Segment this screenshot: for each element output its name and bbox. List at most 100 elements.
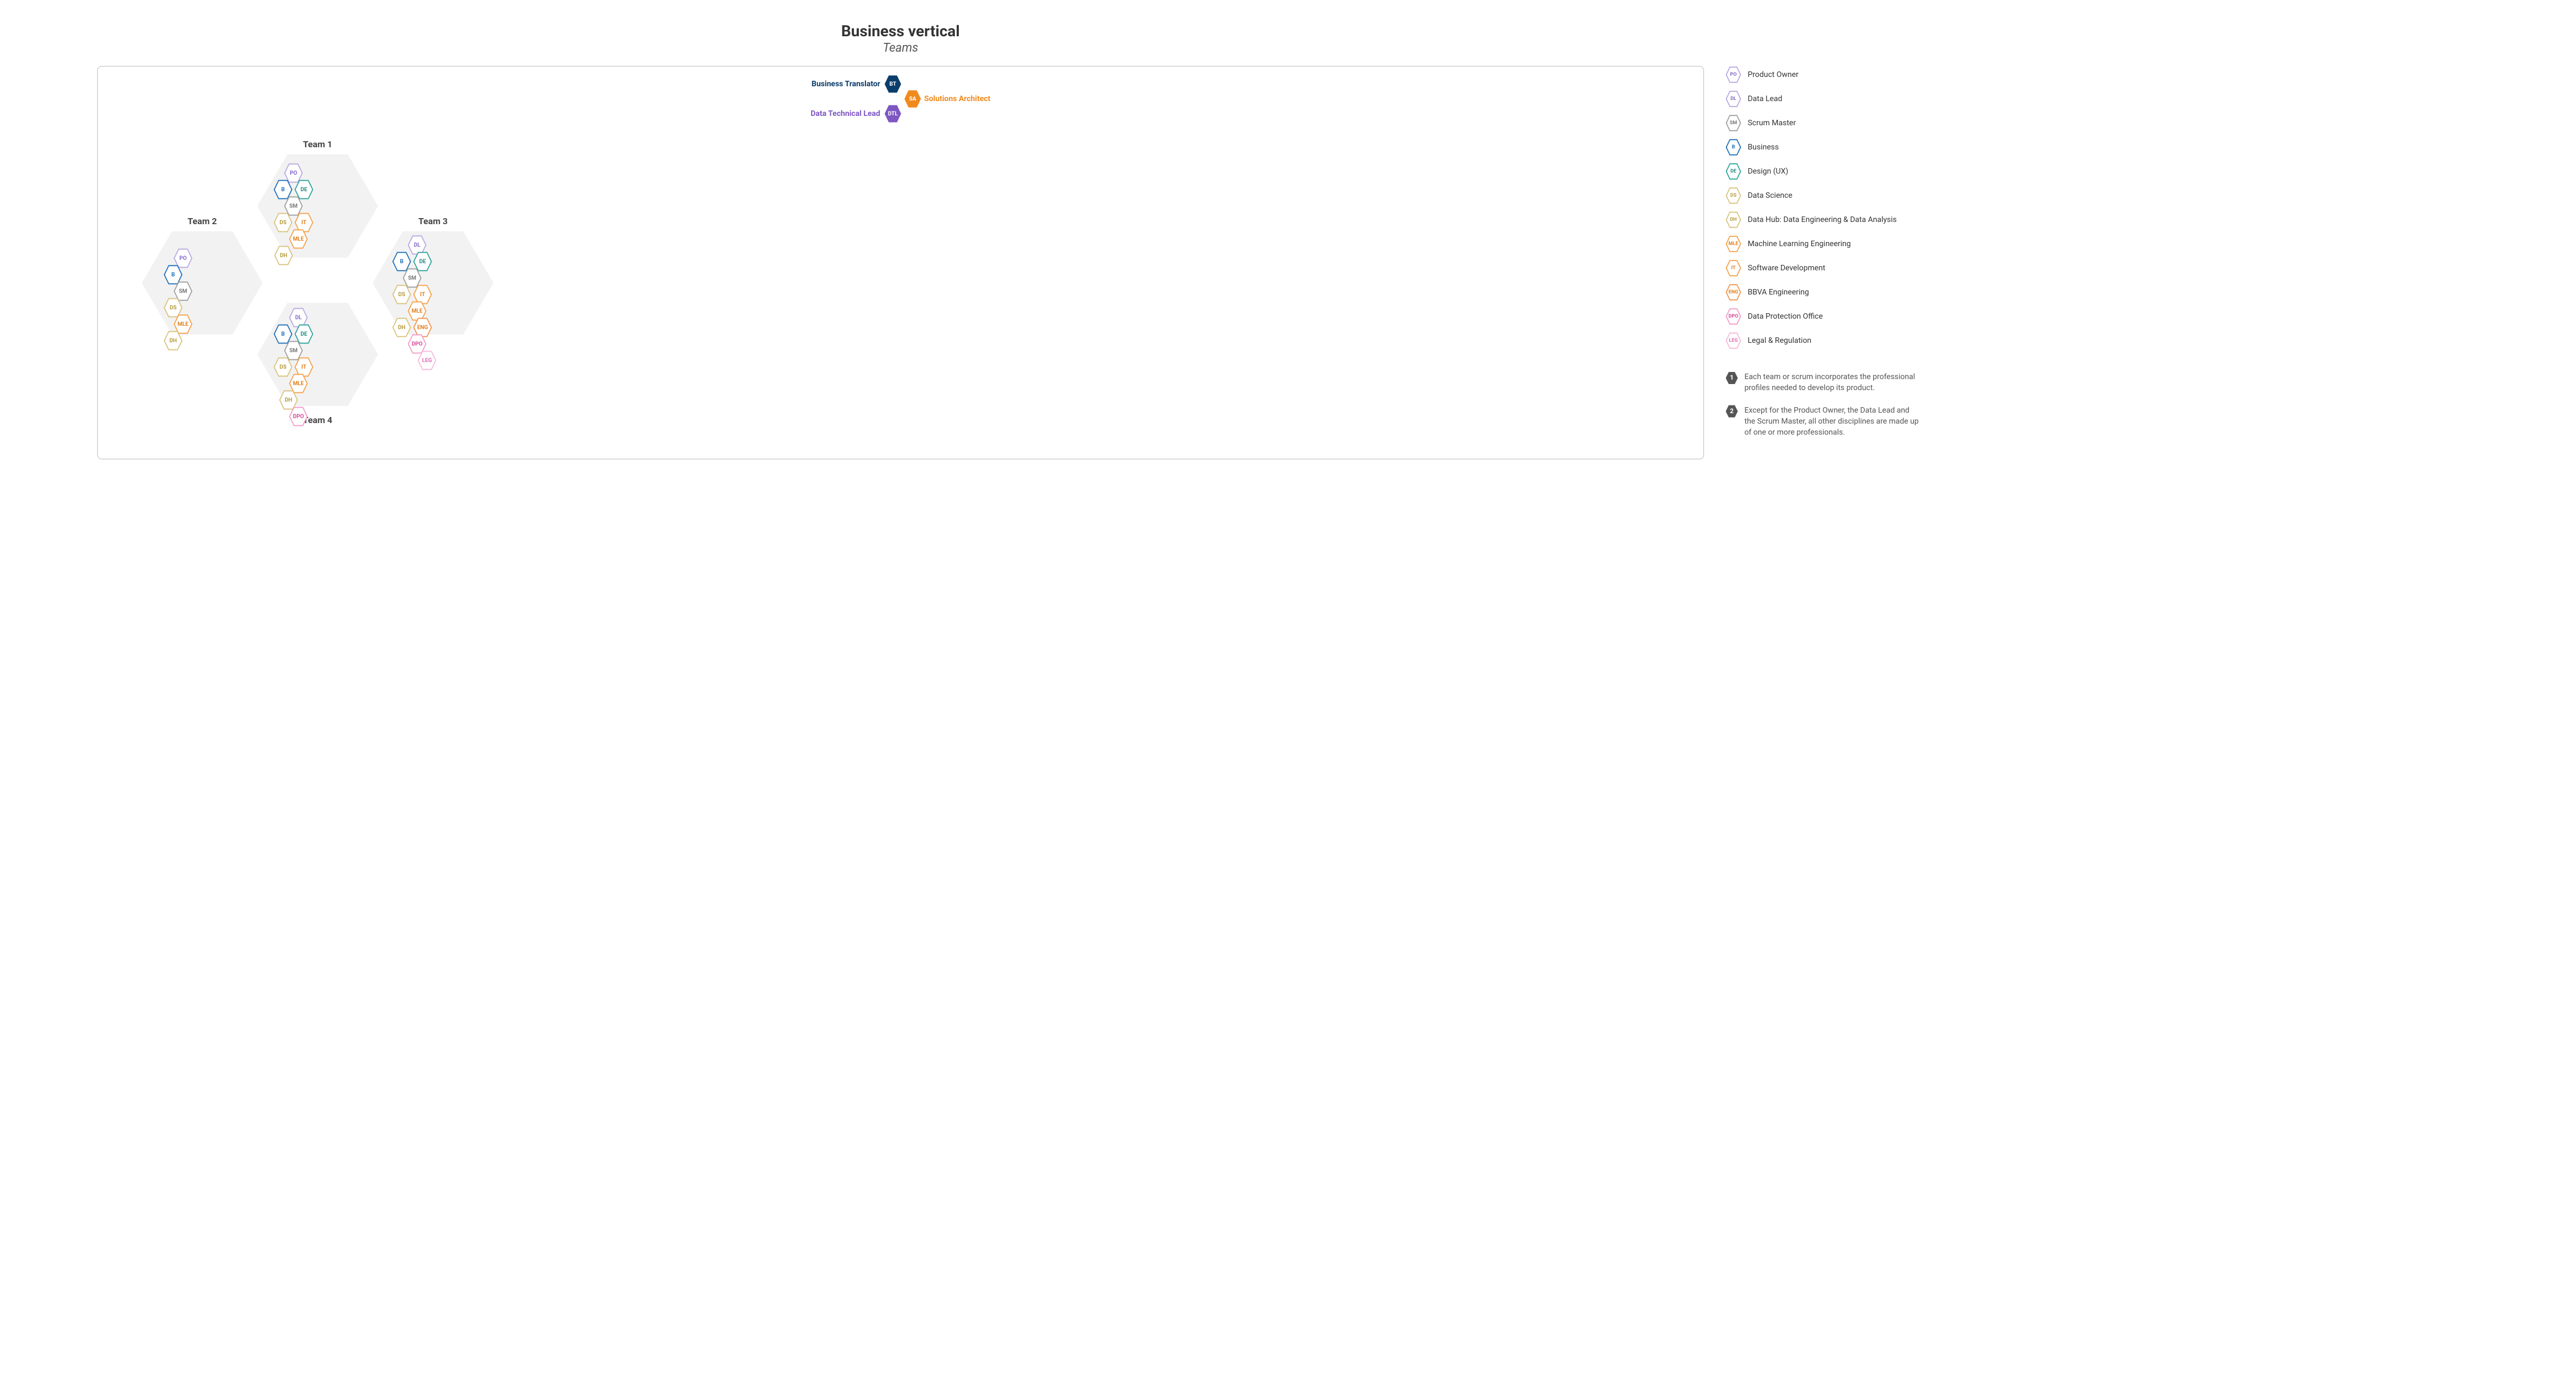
role-abbr: SM [290, 203, 298, 209]
role-abbr: DS [398, 292, 406, 298]
team-cluster-team4: DLBDESMDSITMLEDHDPO [274, 309, 313, 425]
role-abbr: IT [302, 364, 307, 370]
teams-area: Team 1POBDESMDSITMLEDHTeam 2POBSMDSMLEDH… [109, 135, 1692, 442]
role-abbr: DH [285, 397, 292, 403]
header-role-sa-label: Solutions Architect [924, 95, 991, 103]
dtl-hex-icon: DTL [885, 104, 901, 123]
role-abbr: PO [1730, 72, 1737, 77]
role-hex-dh: DH [1726, 211, 1741, 229]
teams-frame: Business Translator BT Data Technical Le… [97, 66, 1704, 459]
role-hex-b: B [1726, 138, 1741, 156]
role-abbr: MLE [177, 321, 188, 327]
role-abbr: DS [170, 305, 177, 311]
team-bg-team2 [142, 228, 263, 338]
legend-row-ds: DSData Science [1726, 187, 2479, 204]
team-cluster-team1: POBDESMDSITMLEDH [274, 165, 313, 264]
role-abbr: DE [419, 259, 426, 265]
role-abbr: B [1732, 145, 1735, 150]
role-abbr: SM [408, 275, 417, 281]
role-hex-ds: DS [1726, 187, 1741, 204]
notes: 1 Each team or scrum incorporates the pro… [1726, 371, 2479, 438]
title-block: Business vertical Teams [97, 22, 1704, 55]
header-roles: Business Translator BT Data Technical Le… [109, 80, 1692, 118]
sa-label: Solutions Architect [924, 95, 991, 103]
diagram-canvas: Business vertical Teams Business Transla… [33, 22, 2543, 459]
team-label-team1: Team 1 [285, 139, 351, 149]
legend-row-eng: ENG BBVA Engineering [1726, 284, 2479, 301]
legend: POProduct OwnerDLData LeadSMScrum Master… [1726, 66, 2479, 349]
role-abbr: IT [302, 220, 307, 226]
header-role-dtl: Data Technical Lead DTL [810, 104, 901, 123]
role-abbr: DS [1730, 193, 1736, 198]
role-abbr: B [400, 259, 403, 265]
role-abbr: LEG [422, 358, 432, 364]
role-hex-de: DE [1726, 163, 1741, 180]
role-abbr: DH [398, 325, 406, 331]
legend-row-sm: SMScrum Master [1726, 114, 2479, 132]
team-cluster-team2: POBSMDSMLEDH [164, 250, 192, 349]
note: 2 Except for the Product Owner, the Data … [1726, 405, 2479, 438]
legend-row-leg: LEG Legal & Regulation [1726, 332, 2479, 349]
dtl-label: Data Technical Lead [810, 109, 880, 118]
role-hex-sm: SM [1726, 114, 1741, 132]
role-abbr: ENG [1729, 290, 1739, 295]
header-role-bt: Business Translator BT [812, 75, 901, 93]
role-abbr: DE [301, 187, 307, 193]
right-column: POProduct OwnerDLData LeadSMScrum Master… [1726, 22, 2479, 438]
role-hex-dpo: DPO [1726, 308, 1741, 325]
role-abbr: B [281, 187, 285, 193]
role-abbr: PO [290, 170, 297, 176]
note-number-icon: 2 [1726, 405, 1738, 418]
role-abbr: DL [295, 315, 302, 321]
role-abbr: B [281, 331, 285, 337]
bt-label: Business Translator [812, 80, 880, 88]
legend-row-po: PO Product Owner [1726, 66, 2479, 84]
role-hex-dh: DH [274, 245, 293, 266]
role-abbr: IT [420, 292, 425, 298]
note-text: Each team or scrum incorporates the prof… [1745, 371, 1920, 394]
team-label-team2: Team 2 [169, 216, 235, 226]
role-abbr: DL [1730, 96, 1736, 102]
role-abbr: MLE [412, 308, 423, 314]
role-abbr: B [171, 272, 175, 278]
note: 1 Each team or scrum incorporates the pro… [1726, 371, 2479, 394]
role-hex-mle: MLE [1726, 235, 1741, 253]
note-number-icon: 1 [1726, 371, 1738, 385]
legend-label: Data Protection Office [1748, 312, 1823, 321]
legend-label: Product Owner [1748, 70, 1798, 79]
role-abbr: MLE [293, 381, 304, 387]
role-abbr: SM [290, 348, 298, 354]
legend-label: BBVA Engineering [1748, 288, 1809, 297]
legend-row-dh: DH Data Hub: Data Engineering & Data Anal… [1726, 211, 2479, 229]
role-hex-po: PO [1726, 66, 1741, 84]
legend-label: Software Development [1748, 264, 1825, 273]
page-subtitle: Teams [97, 41, 1704, 55]
role-abbr: ENG [417, 325, 428, 331]
role-abbr: SM [179, 288, 187, 295]
legend-label: Design (UX) [1748, 167, 1789, 176]
sa-abbr: SA [909, 96, 916, 102]
role-abbr: DPO [293, 414, 304, 420]
role-abbr: DPO [412, 341, 423, 347]
role-abbr: MLE [293, 236, 304, 242]
role-hex-dl: DL [1726, 90, 1741, 108]
legend-label: Legal & Regulation [1748, 336, 1812, 345]
role-abbr: DE [1730, 169, 1736, 174]
role-hex-eng: ENG [1726, 284, 1741, 301]
role-abbr: DS [280, 364, 287, 370]
legend-label: Business [1748, 143, 1779, 152]
note-text: Except for the Product Owner, the Data L… [1745, 405, 1920, 438]
bt-hex-icon: BT [885, 75, 901, 93]
sa-hex-icon: SA [904, 90, 921, 108]
role-abbr: DL [414, 242, 420, 248]
left-column: Business vertical Teams Business Transla… [97, 22, 1704, 459]
role-hex-leg: LEG [1726, 332, 1741, 349]
team-cluster-team3: DL B DE SM DS IT MLE DH ENG DPO LEG [388, 237, 436, 369]
legend-row-b: B Business [1726, 138, 2479, 156]
legend-row-de: DE Design (UX) [1726, 163, 2479, 180]
role-abbr: LEG [1729, 338, 1738, 343]
cluster-row: DH [274, 245, 293, 266]
legend-label: Data Hub: Data Engineering & Data Analys… [1748, 215, 1897, 224]
role-hex-it: IT [1726, 259, 1741, 277]
role-abbr: DH [280, 253, 287, 259]
